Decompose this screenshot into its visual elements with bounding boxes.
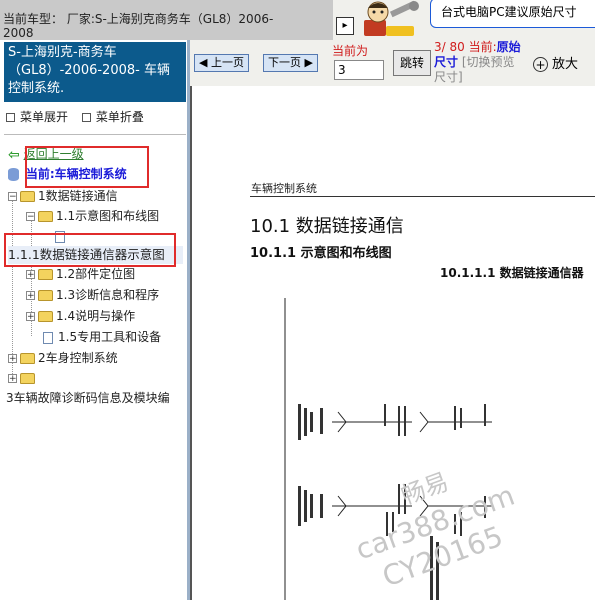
navigation-panel: S-上海别克-商务车（GL8）-2006-2008- 车辆控制系统. 菜单展开 …	[0, 40, 190, 600]
prev-page-button[interactable]: ◀ 上一页	[194, 54, 249, 72]
expand-panel-button[interactable]: ▸	[336, 17, 354, 35]
menu-expand-label: 菜单展开	[20, 110, 69, 124]
document-icon	[43, 331, 53, 344]
zoom-label: 放大	[552, 57, 579, 72]
expand-icon[interactable]: +	[8, 374, 17, 384]
collapse-icon[interactable]: −	[8, 192, 17, 202]
size-word: 尺寸	[434, 55, 459, 69]
menu-collapse-label: 菜单折叠	[95, 110, 144, 124]
mascot-image	[356, 0, 428, 40]
folder-icon	[20, 353, 35, 364]
zoom-in-button[interactable]: + 放大	[533, 52, 595, 78]
tree-item-label: 1.3诊断信息和程序	[56, 288, 160, 302]
tree-item-label: 3车辆故障诊断码信息及模块编	[6, 391, 170, 405]
menu-controls: 菜单展开 菜单折叠	[6, 108, 154, 125]
menu-expand-button[interactable]: 菜单展开	[6, 110, 68, 124]
tree-item-label: 1.1示意图和布线图	[56, 209, 160, 223]
menu-collapse-button[interactable]: 菜单折叠	[81, 110, 144, 124]
highlight-box	[4, 233, 176, 267]
pc-size-tip: 台式电脑PC建议原始尺寸	[430, 0, 595, 28]
tree-item-label: 2车身控制系统	[38, 351, 118, 365]
original-size-label: 原始	[496, 40, 521, 54]
tree-item-label: 1.4说明与操作	[56, 309, 136, 323]
folder-icon	[38, 311, 53, 322]
database-icon	[8, 168, 19, 181]
current-page-label: 当前为	[332, 44, 369, 58]
tree-item-3[interactable]: 3车辆故障诊断码信息及模块编	[6, 389, 188, 407]
current-model-label: 当前车型： 厂家:S-上海别克商务车（GL8）2006-2008	[3, 12, 274, 40]
next-page-label: 下一页	[268, 56, 301, 69]
panel-title: S-上海别克-商务车（GL8）-2006-2008- 车辆控制系统.	[4, 42, 186, 102]
tree-item-folder[interactable]: +	[8, 369, 38, 387]
tree-item-1[interactable]: − 1数据链接通信	[8, 187, 118, 205]
page-count: 3/ 80	[434, 40, 465, 54]
zoom-in-icon: +	[533, 57, 548, 72]
expand-icon[interactable]: +	[8, 354, 17, 364]
folder-icon	[20, 191, 35, 202]
collapse-icon[interactable]: −	[26, 212, 35, 222]
expand-icon[interactable]: +	[26, 270, 35, 280]
current-size-prefix: 当前:	[468, 40, 497, 54]
divider	[4, 134, 186, 135]
page-info: 3/ 80 当前:原始 尺寸 [切换预览 尺寸]	[434, 40, 526, 85]
page-number-input[interactable]	[334, 60, 384, 80]
folder-icon	[38, 290, 53, 301]
back-arrow-icon: ⇦	[8, 146, 20, 163]
triangle-right-icon: ▶	[304, 56, 313, 69]
size-suffix: 尺寸]	[434, 70, 463, 84]
tree-item-1-4[interactable]: +1.4说明与操作	[26, 307, 135, 325]
viewer-toolbar: ◀ 上一页 下一页 ▶ 当前为 跳转 3/ 80 当前:原始 尺寸 [切换预览 …	[190, 40, 595, 86]
folder-icon	[38, 211, 53, 222]
tree-item-label: 1.5专用工具和设备	[58, 330, 162, 344]
tree-item-1-5[interactable]: 1.5专用工具和设备	[38, 328, 161, 346]
expand-icon[interactable]: +	[26, 291, 35, 301]
square-icon	[6, 113, 15, 122]
folder-icon	[38, 269, 53, 280]
prev-page-label: 上一页	[210, 56, 244, 69]
tree-item-label: 1数据链接通信	[38, 189, 118, 203]
tree-item-label: 1.2部件定位图	[56, 267, 136, 281]
triangle-left-icon: ◀	[199, 56, 208, 69]
tree-item-1-2[interactable]: +1.2部件定位图	[26, 265, 135, 283]
square-icon	[81, 113, 91, 122]
top-bar: 当前车型： 厂家:S-上海别克商务车（GL8）2006-2008	[0, 0, 333, 40]
switch-preview-link[interactable]: [切换预览	[462, 55, 515, 69]
tree-item-1-1[interactable]: − 1.1示意图和布线图	[26, 207, 159, 225]
tree-item-2[interactable]: +2车身控制系统	[8, 349, 118, 367]
expand-icon[interactable]: +	[26, 312, 35, 322]
jump-button[interactable]: 跳转	[393, 50, 431, 76]
document-viewer[interactable]: 车辆控制系统 10.1 数据链接通信 10.1.1 示意图和布线图 10.1.1…	[190, 86, 595, 600]
next-page-button[interactable]: 下一页 ▶	[263, 54, 318, 72]
tree-item-1-3[interactable]: +1.3诊断信息和程序	[26, 286, 159, 304]
folder-icon	[20, 373, 35, 384]
highlight-box	[25, 146, 149, 188]
